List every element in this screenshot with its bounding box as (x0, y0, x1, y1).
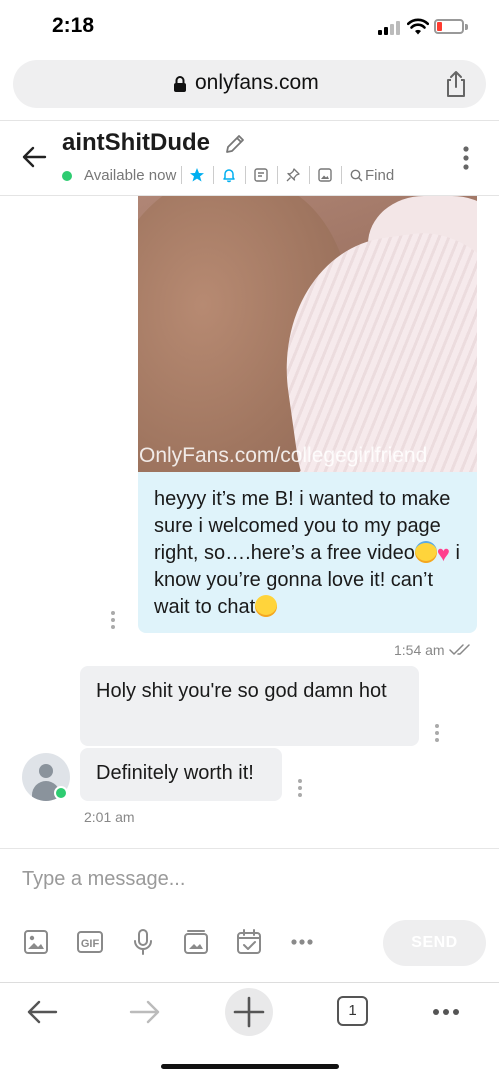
read-receipt-icon (449, 644, 470, 655)
browser-forward-icon[interactable] (127, 994, 163, 1030)
incoming-message-text: Holy shit you're so god damn hot (96, 680, 387, 702)
gallery-icon[interactable] (317, 167, 333, 183)
share-icon[interactable] (443, 70, 469, 98)
separator (245, 166, 246, 184)
separator (309, 166, 310, 184)
microphone-icon[interactable] (129, 928, 157, 956)
note-icon[interactable] (253, 167, 269, 183)
yum-face-emoji-icon (255, 595, 278, 617)
incoming-message-text: Definitely worth it! (96, 762, 254, 784)
separator (181, 166, 182, 184)
status-bar: 2:18 (0, 0, 499, 56)
chat-header: aintShitDude Available now Find (0, 121, 499, 195)
wifi-icon (407, 18, 429, 35)
schedule-icon[interactable] (235, 928, 263, 956)
address-bar[interactable]: onlyfans.com (13, 60, 486, 108)
browser-menu-icon[interactable] (428, 994, 464, 1030)
back-arrow-icon[interactable] (20, 143, 48, 171)
message-input[interactable] (22, 864, 472, 894)
star-icon[interactable] (189, 167, 205, 183)
outgoing-message-text: heyyy it’s me B! i wanted to make sure i… (154, 486, 461, 621)
lock-icon (174, 76, 186, 92)
message-time: 2:01 am (84, 809, 135, 825)
message-text-part: heyyy it’s me B! i wanted to make sure i… (154, 488, 451, 564)
send-button[interactable]: SEND (383, 920, 486, 966)
availability-status: Available now (84, 167, 177, 184)
incoming-message-bubble[interactable]: Holy shit you're so god damn hot (80, 666, 419, 746)
home-indicator (161, 1064, 339, 1069)
photo-watermark: OnlyFans.com/collegegirlfriend (139, 444, 428, 467)
incoming-message-bubble[interactable]: Definitely worth it! (80, 748, 282, 801)
online-indicator (62, 171, 72, 181)
browser-back-icon[interactable] (24, 994, 60, 1030)
heart-emoji-icon: ♥ (436, 541, 450, 566)
find-button[interactable]: Find (350, 167, 394, 184)
new-tab-button[interactable] (225, 988, 273, 1036)
separator (341, 166, 342, 184)
smiling-halo-emoji-icon (414, 541, 437, 563)
message-photo[interactable]: OnlyFans.com/collegegirlfriend (138, 196, 477, 472)
signal-icon (378, 21, 402, 35)
avatar-head (39, 764, 53, 778)
media-vault-icon[interactable] (182, 928, 210, 956)
edit-pencil-icon[interactable] (224, 133, 246, 155)
battery-icon (434, 19, 464, 34)
pin-icon[interactable] (285, 167, 301, 183)
more-icon[interactable] (288, 928, 316, 956)
search-icon (350, 169, 363, 182)
separator (277, 166, 278, 184)
bell-icon[interactable] (221, 167, 237, 183)
status-time: 2:18 (52, 14, 95, 37)
divider (0, 848, 499, 849)
tab-switcher-button[interactable]: 1 (337, 996, 368, 1026)
battery-tip (465, 24, 468, 30)
more-options-icon[interactable] (462, 145, 470, 171)
chat-title[interactable]: aintShitDude (62, 129, 210, 157)
message-options-icon[interactable] (434, 724, 440, 744)
message-time: 1:54 am (394, 642, 445, 658)
plus-icon (233, 996, 265, 1028)
image-icon[interactable] (22, 928, 50, 956)
gif-icon[interactable]: GIF (76, 928, 104, 956)
message-options-icon[interactable] (297, 779, 303, 799)
divider (0, 982, 499, 983)
find-label: Find (365, 167, 395, 184)
svg-text:GIF: GIF (81, 938, 100, 950)
separator (213, 166, 214, 184)
message-options-icon[interactable] (110, 611, 116, 631)
url-text: onlyfans.com (195, 71, 319, 94)
online-indicator (54, 786, 68, 800)
outgoing-message-bubble[interactable]: heyyy it’s me B! i wanted to make sure i… (138, 472, 477, 633)
